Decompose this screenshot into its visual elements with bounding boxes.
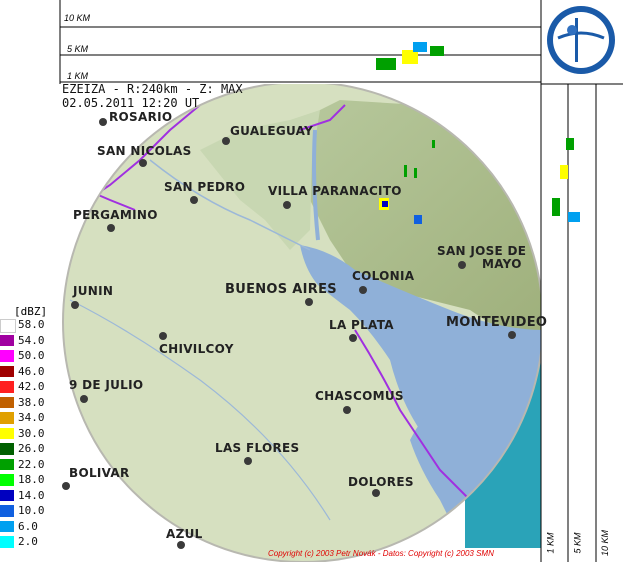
legend-label: 22.0 xyxy=(18,457,45,471)
city-label: CHIVILCOY xyxy=(159,342,234,356)
legend-label: 6.0 xyxy=(18,519,38,533)
legend-swatch xyxy=(0,536,14,548)
header-line2: 02.05.2011 12:20 UT xyxy=(62,96,200,110)
city-label: GUALEGUAY xyxy=(230,124,314,138)
legend-label: 38.0 xyxy=(18,395,45,409)
city-dot xyxy=(244,457,252,465)
city-dot xyxy=(80,395,88,403)
city-label: SAN NICOLAS xyxy=(97,144,192,158)
city-dot xyxy=(99,118,107,126)
city-label: MAYO xyxy=(482,257,522,271)
city-label: SAN JOSE DE xyxy=(437,244,527,258)
city-dot xyxy=(62,482,70,490)
city-label: CHASCOMUS xyxy=(315,389,404,403)
city-dot xyxy=(222,137,230,145)
city-dot xyxy=(71,301,79,309)
legend-label: 14.0 xyxy=(18,488,45,502)
legend-label: 42.0 xyxy=(18,380,45,393)
city-dot xyxy=(372,489,380,497)
legend-label: 2.0 xyxy=(18,535,38,548)
city-label: ROSARIO xyxy=(109,110,173,124)
legend-label: 34.0 xyxy=(18,411,45,424)
radar-map: EZEIZA - R:240km - Z: MAX 02.05.2011 12:… xyxy=(0,0,623,563)
city-dot xyxy=(139,159,147,167)
legend-label: 46.0 xyxy=(18,364,45,378)
profile-label-1km: 1 KM xyxy=(67,71,89,81)
legend-label: 54.0 xyxy=(18,333,45,347)
city-dot xyxy=(159,332,167,340)
legend-swatch xyxy=(0,443,14,455)
legend-swatch xyxy=(0,381,14,393)
city-dot xyxy=(283,201,291,209)
city-label: 9 DE JULIO xyxy=(69,378,144,392)
copyright-text: Copyright (c) 2003 Petr Novák - Datos: C… xyxy=(268,549,494,558)
city-dot xyxy=(458,261,466,269)
legend-swatch xyxy=(0,489,14,501)
city-label: PERGAMINO xyxy=(73,208,158,222)
city-dot xyxy=(190,196,198,204)
city-label: BUENOS AIRES xyxy=(225,282,337,297)
city-dot xyxy=(305,298,313,306)
legend-swatch xyxy=(0,319,16,333)
legend-label: 30.0 xyxy=(18,426,45,440)
legend-swatch xyxy=(0,350,14,362)
city-dot xyxy=(359,286,367,294)
city-label: LA PLATA xyxy=(329,318,394,332)
legend-swatch xyxy=(0,505,14,517)
legend-title: [dBZ] xyxy=(14,305,48,318)
legend-swatch xyxy=(0,427,14,439)
legend-swatch xyxy=(0,334,14,346)
city-label: AZUL xyxy=(166,527,203,541)
legend-swatch xyxy=(0,396,14,408)
city-dot xyxy=(349,334,357,342)
legend-swatch xyxy=(0,474,14,486)
dbz-legend: [dBZ] 58.0 54.0 50.0 46.0 42.0 38.0 34.0 30.0 26… xyxy=(0,305,60,562)
profile-label-10km: 10 KM xyxy=(64,13,91,23)
legend-label: 18.0 xyxy=(18,473,45,486)
legend-label: 26.0 xyxy=(18,442,45,455)
city-dot xyxy=(107,224,115,232)
legend-label: 58.0 xyxy=(18,318,45,331)
city-label: VILLA PARANACITO xyxy=(268,184,402,198)
city-dot xyxy=(508,331,516,339)
side-label-1km: 1 KM xyxy=(545,532,556,554)
header-line1: EZEIZA - R:240km - Z: MAX xyxy=(62,82,243,96)
city-label: LAS FLORES xyxy=(215,441,300,455)
city-label: SAN PEDRO xyxy=(164,180,246,194)
city-label: BOLIVAR xyxy=(69,466,130,480)
city-label: JUNIN xyxy=(73,284,114,298)
legend-swatch xyxy=(0,520,14,532)
side-label-5km: 5 KM xyxy=(572,532,583,554)
city-label: COLONIA xyxy=(352,269,415,283)
city-label: MONTEVIDEO xyxy=(446,315,548,330)
profile-label-5km: 5 KM xyxy=(67,44,89,54)
city-dot xyxy=(343,406,351,414)
legend-label: 50.0 xyxy=(18,349,45,362)
legend-swatch xyxy=(0,458,14,470)
city-dot xyxy=(177,541,185,549)
legend-label: 10.0 xyxy=(18,504,45,517)
legend-swatch xyxy=(0,365,14,377)
city-label: DOLORES xyxy=(348,475,414,489)
legend-swatch xyxy=(0,412,14,424)
side-label-10km: 10 KM xyxy=(600,529,611,557)
